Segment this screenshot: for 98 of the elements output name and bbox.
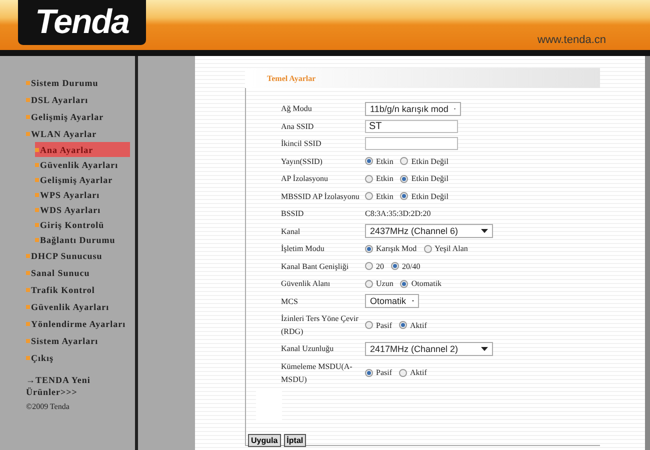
radio-button[interactable]: [365, 192, 373, 200]
bullet-icon: [35, 222, 39, 226]
radio-button[interactable]: [424, 244, 432, 253]
bullet-icon: [26, 338, 30, 342]
bullet-icon: [26, 80, 30, 84]
radio-label: Etkin: [376, 192, 394, 201]
field-label: İzinleri Ters Yöne Çevir (RDG): [281, 313, 360, 338]
radio-label: 20: [376, 262, 384, 271]
bullet-icon: [35, 178, 39, 182]
field-label: MCS: [281, 296, 299, 308]
copyright-text: ©2009 Tenda: [26, 402, 70, 411]
bullet-icon: [35, 238, 39, 242]
field-label: AP İzolasyonu: [281, 173, 330, 186]
submenu-item[interactable]: Gelişmiş Ayarlar: [35, 172, 130, 187]
input-field[interactable]: [365, 137, 458, 150]
bullet-icon: [35, 208, 39, 212]
radio-button[interactable]: [365, 280, 373, 288]
radio-button[interactable]: [365, 244, 373, 253]
panel-title: Temel Ayarlar: [245, 68, 600, 88]
menu-item[interactable]: Çıkış: [26, 349, 135, 366]
menu-item[interactable]: Sistem Ayarları: [26, 332, 135, 349]
caret-icon: [481, 229, 488, 234]
field-label: Kanal Uzunluğu: [281, 343, 335, 356]
radio-button[interactable]: [365, 262, 373, 270]
bullet-icon: [26, 304, 30, 308]
radio-label: Etkin: [376, 174, 394, 184]
field-label: Kanal: [281, 226, 302, 238]
menu-item[interactable]: WLAN Ayarlar: [26, 125, 135, 142]
radio-button[interactable]: [399, 368, 407, 376]
radio-button[interactable]: [365, 368, 373, 376]
radio-button[interactable]: [400, 280, 408, 288]
website-url: www.tenda.cn: [538, 34, 606, 46]
submenu-item[interactable]: Giriş Kontrolü: [35, 217, 130, 232]
bullet-icon: [35, 162, 39, 166]
bullet-icon: [35, 192, 39, 196]
radio-label: Etkin Değil: [411, 156, 448, 166]
field-label: Kanal Bant Genişliği: [281, 260, 350, 273]
bullet-icon: [35, 148, 39, 152]
bullet-icon: [26, 322, 30, 326]
radio-label: Etkin Değil: [411, 192, 448, 201]
submenu-item[interactable]: WPS Ayarları: [35, 187, 130, 202]
field-label: Ana SSID: [281, 120, 315, 133]
caret-icon: [481, 346, 488, 351]
radio-label: Uzun: [376, 279, 394, 288]
submenu-item[interactable]: WDS Ayarları: [35, 202, 130, 217]
dropdown[interactable]: 2417MHz (Channel 2): [365, 342, 493, 356]
form-button[interactable]: Uygula: [248, 434, 281, 446]
field-label: Yayın(SSID): [281, 156, 324, 168]
radio-button[interactable]: [400, 157, 408, 166]
bullet-icon: [26, 270, 30, 274]
radio-button[interactable]: [365, 157, 373, 166]
dropdown[interactable]: 2437MHz (Channel 6): [365, 224, 493, 238]
submenu-item[interactable]: Güvenlik Ayarları: [35, 157, 130, 172]
radio-label: Aktif: [410, 368, 427, 377]
bullet-icon: [26, 288, 30, 292]
field-label: İşletim Modu: [281, 243, 326, 256]
tenda-logo: Tenda: [18, 0, 146, 45]
field-label: BSSID: [281, 208, 305, 220]
radio-button[interactable]: [400, 174, 408, 183]
radio-button[interactable]: [391, 262, 399, 270]
radio-label: 20/40: [402, 262, 420, 271]
radio-label: Etkin Değil: [411, 174, 448, 184]
radio-button[interactable]: [400, 192, 408, 200]
menu-item[interactable]: Trafik Kontrol: [26, 281, 135, 298]
radio-button[interactable]: [365, 174, 373, 183]
field-label: Kümeleme MSDU(A-MSDU): [281, 360, 354, 386]
bullet-icon: [26, 132, 30, 136]
dropdown[interactable]: 11b/g/n karışık mod: [365, 102, 461, 116]
submenu-item[interactable]: Bağlantı Durumu: [35, 232, 130, 247]
radio-button[interactable]: [399, 321, 407, 329]
radio-button[interactable]: [365, 321, 373, 329]
field-label: Ağ Modu: [281, 103, 313, 116]
radio-label: Pasif: [376, 320, 392, 330]
radio-label: Etkin: [376, 156, 394, 166]
radio-label: Aktif: [410, 320, 427, 330]
radio-label: Otomatik: [411, 279, 442, 288]
menu-item[interactable]: Sistem Durumu: [26, 74, 135, 91]
menu-item[interactable]: Yönlendirme Ayarları: [26, 315, 135, 332]
bullet-icon: [26, 98, 30, 102]
radio-label: Yeşil Alan: [434, 244, 468, 254]
input-field[interactable]: ST: [365, 120, 458, 133]
menu-item[interactable]: Gelişmiş Ayarlar: [26, 108, 135, 125]
field-label: Güvenlik Alanı: [281, 278, 332, 290]
field-label: İkincil SSID: [281, 138, 322, 150]
menu-item[interactable]: DHCP Sunucusu: [26, 247, 135, 264]
menu-item[interactable]: DSL Ayarları: [26, 91, 135, 108]
radio-label: Karışık Mod: [376, 244, 417, 254]
form-button[interactable]: İptal: [284, 434, 306, 446]
radio-label: Pasif: [376, 368, 392, 377]
dropdown[interactable]: Otomatik: [365, 294, 419, 308]
menu-item[interactable]: Güvenlik Ayarları: [26, 298, 135, 315]
bssid-value: C8:3A:35:3D:2D:20: [365, 209, 432, 218]
bullet-icon: [26, 114, 30, 118]
bullet-icon: [26, 254, 30, 258]
field-label: MBSSID AP İzolasyonu: [281, 190, 360, 203]
new-products-link[interactable]: →TENDA Yeni Ürünler>>>: [26, 374, 131, 398]
bullet-icon: [26, 356, 30, 360]
menu-item[interactable]: Sanal Sunucu: [26, 264, 135, 281]
